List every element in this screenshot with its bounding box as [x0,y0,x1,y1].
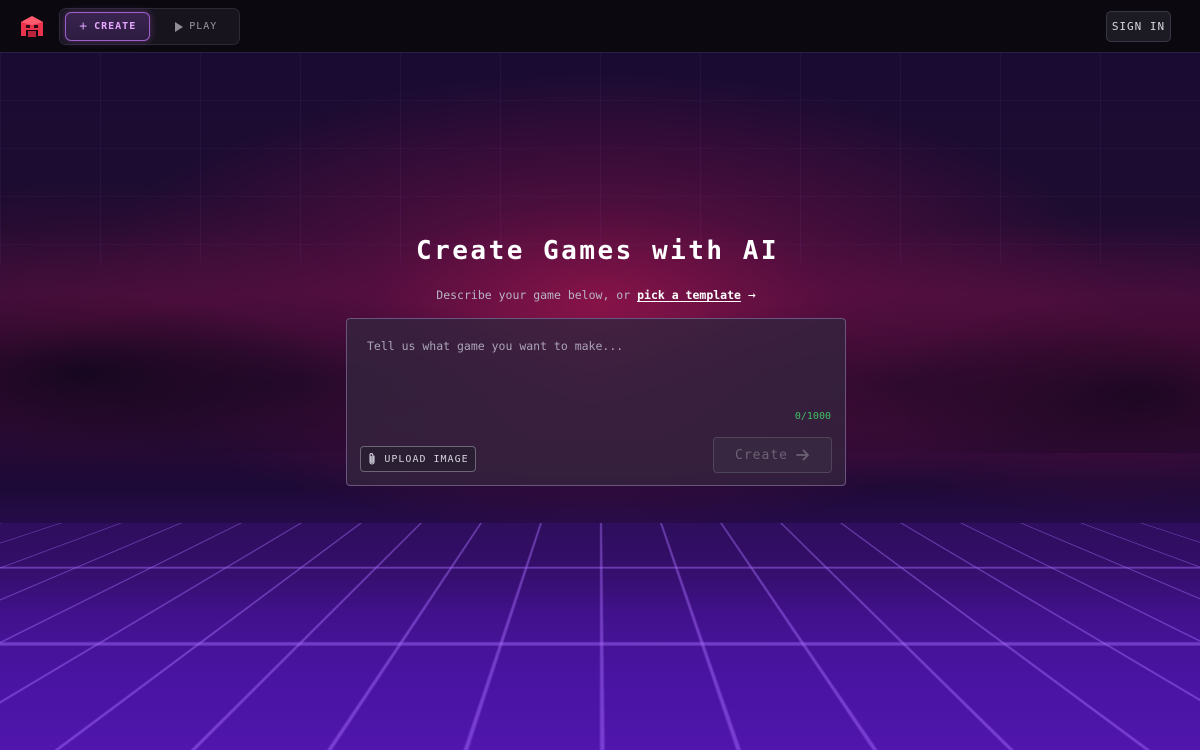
create-game-label: Create [735,447,788,463]
grid-floor-fade [0,523,1200,613]
arrow-right-icon [796,449,809,461]
game-prompt-card: 0/1000 UPLOAD IMAGE Create [346,318,846,486]
arrow-right-icon: → [747,288,756,303]
page-title: Create Games with AI [415,236,780,266]
top-header: + CREATE PLAY SIGN IN [0,0,1200,53]
sign-in-button[interactable]: SIGN IN [1106,11,1171,42]
paperclip-icon [369,453,375,465]
subtitle-text: Describe your game below, or [436,288,631,302]
page-subtitle: Describe your game below, or pick a temp… [0,288,1192,303]
upload-image-label: UPLOAD IMAGE [384,453,469,465]
create-game-button[interactable]: Create [713,437,832,473]
upload-image-button[interactable]: UPLOAD IMAGE [360,446,476,472]
mode-toggle: + CREATE PLAY [59,8,240,45]
background-grid-top [0,53,1200,263]
pick-template-link[interactable]: pick a template [637,288,741,302]
create-mode-label: CREATE [94,21,137,32]
play-icon [175,21,184,32]
character-count: 0/1000 [794,411,831,422]
play-mode-label: PLAY [189,21,218,32]
plus-icon: + [79,19,89,34]
robot-head-logo-icon[interactable] [19,15,45,39]
create-mode-button[interactable]: + CREATE [65,12,151,41]
game-prompt-input[interactable] [347,319,845,414]
play-mode-button[interactable]: PLAY [156,12,236,41]
background-grid-floor [0,523,1200,750]
